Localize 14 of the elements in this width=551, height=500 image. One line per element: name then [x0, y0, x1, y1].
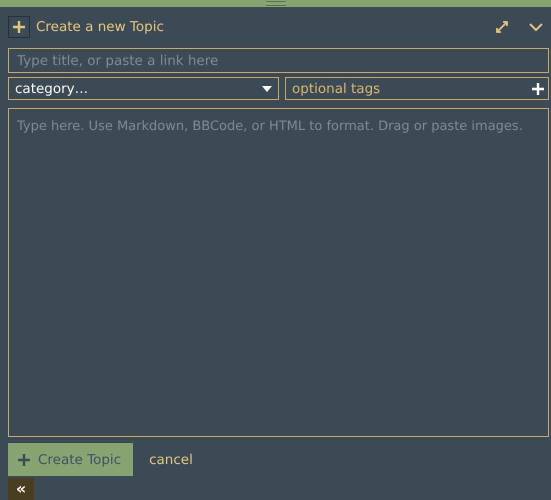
expand-icon[interactable]	[495, 20, 509, 34]
category-dropdown[interactable]: category…	[8, 77, 279, 100]
plus-icon[interactable]	[532, 83, 544, 96]
plus-icon	[8, 16, 30, 38]
composer-title: Create a new Topic	[36, 19, 164, 36]
body-editor[interactable]: Type here. Use Markdown, BBCode, or HTML to format. Drag or paste images.	[8, 108, 549, 438]
chevron-down-icon[interactable]	[529, 22, 543, 32]
plus-icon	[18, 454, 30, 466]
grip-icon[interactable]	[266, 1, 286, 6]
cancel-link[interactable]: cancel	[149, 452, 193, 468]
tags-input[interactable]: optional tags	[285, 77, 549, 100]
title-input[interactable]: Type title, or paste a link here	[8, 48, 549, 74]
collapse-button[interactable]: «	[8, 478, 34, 500]
caret-icon	[262, 86, 272, 92]
